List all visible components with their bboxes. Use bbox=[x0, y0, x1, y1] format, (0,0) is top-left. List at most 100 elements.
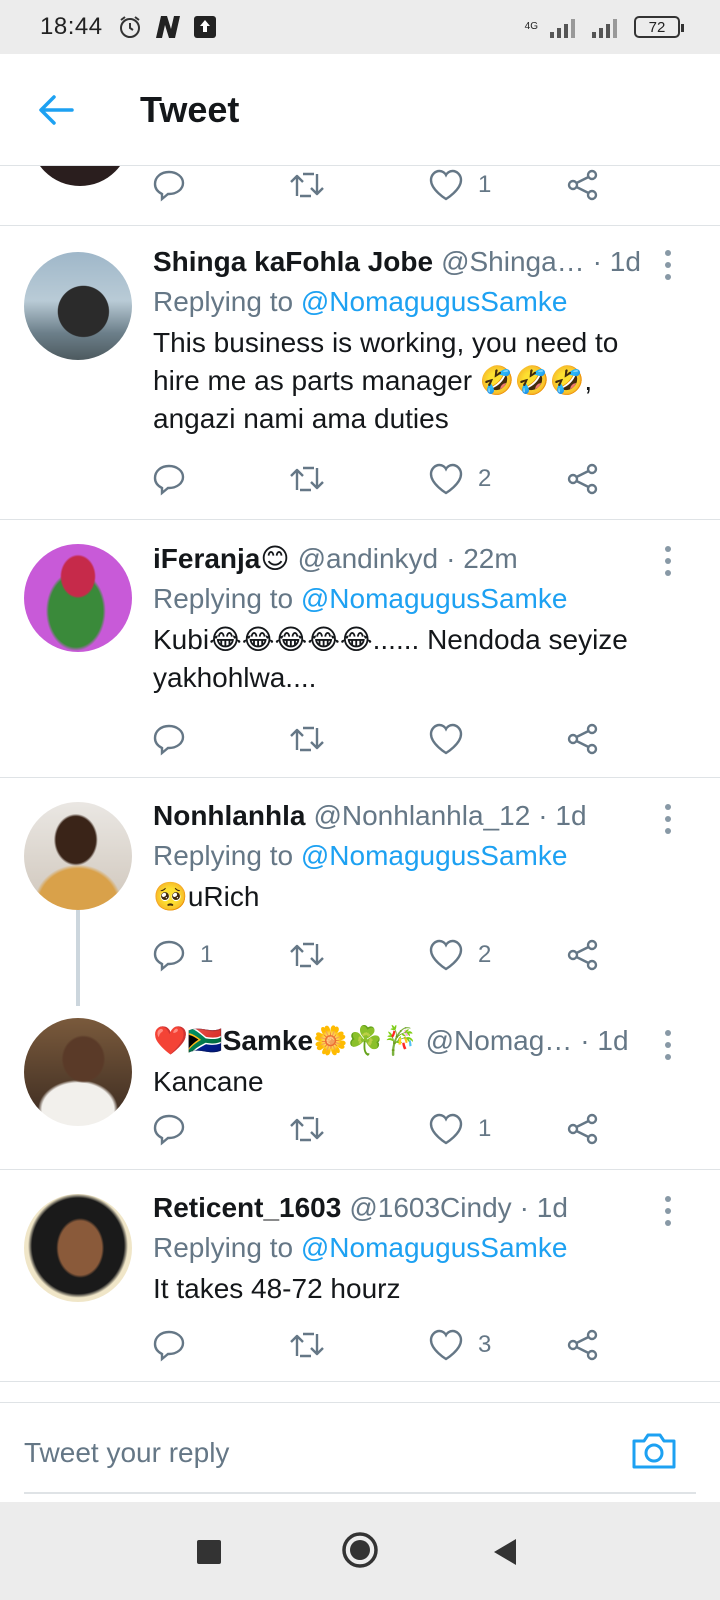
camera-button[interactable] bbox=[630, 1427, 678, 1475]
timestamp: · 1d bbox=[538, 800, 587, 831]
share-button[interactable] bbox=[566, 722, 600, 756]
user-handle[interactable]: @Nonhlanhla_12 bbox=[313, 800, 530, 832]
heart-icon bbox=[429, 169, 463, 201]
display-name[interactable]: Shinga kaFohla Jobe bbox=[153, 246, 433, 278]
user-handle[interactable]: @Shinga… bbox=[441, 246, 585, 278]
page-title: Tweet bbox=[140, 88, 240, 130]
display-name[interactable]: ❤️🇿🇦Samke🌼☘️🎋 bbox=[153, 1024, 418, 1057]
reply-icon bbox=[153, 170, 185, 202]
back-nav-button[interactable] bbox=[490, 1532, 518, 1577]
status-bar: 18:44 4G 72 bbox=[0, 0, 720, 54]
home-circle-icon bbox=[342, 1532, 378, 1568]
reply-button[interactable] bbox=[152, 168, 186, 202]
thread[interactable]: Nonhlanhla @Nonhlanhla_12 · 1d Replying to… bbox=[0, 778, 720, 1170]
network-type: 4G bbox=[524, 21, 538, 32]
system-nav-bar bbox=[0, 1502, 720, 1600]
app-header: Tweet bbox=[0, 54, 720, 166]
share-icon bbox=[567, 723, 598, 755]
like-count: 1 bbox=[478, 171, 492, 198]
user-handle[interactable]: @1603Cindy bbox=[349, 1192, 511, 1224]
user-handle[interactable]: @andinkyd bbox=[298, 543, 439, 575]
heart-icon bbox=[429, 723, 463, 755]
home-button[interactable] bbox=[340, 1530, 380, 1575]
like-button[interactable]: 3 bbox=[428, 1328, 491, 1362]
display-name[interactable]: iFeranja😊 bbox=[153, 542, 290, 575]
mention-link[interactable]: @NomagugusSamke bbox=[301, 286, 568, 317]
tweet[interactable]: Shinga kaFohla Jobe @Shinga… · 1d Replying… bbox=[0, 226, 720, 520]
retweet-button[interactable] bbox=[288, 1112, 326, 1146]
share-button[interactable] bbox=[566, 1112, 600, 1146]
mention-link[interactable]: @NomagugusSamke bbox=[301, 583, 568, 614]
retweet-button[interactable] bbox=[288, 722, 326, 756]
like-button[interactable]: 2 bbox=[428, 938, 491, 972]
heart-icon bbox=[429, 1113, 463, 1145]
retweet-icon bbox=[290, 1116, 324, 1142]
reply-count: 1 bbox=[200, 941, 214, 968]
replying-label: Replying to bbox=[153, 1232, 294, 1263]
reply-button[interactable] bbox=[152, 1328, 186, 1362]
avatar[interactable] bbox=[24, 1018, 132, 1126]
avatar[interactable] bbox=[24, 1194, 132, 1302]
reply-composer: Tweet your reply bbox=[0, 1402, 720, 1502]
like-count: 1 bbox=[478, 1115, 492, 1142]
share-button[interactable] bbox=[566, 938, 600, 972]
partial-tweet: 1 bbox=[0, 166, 720, 226]
replying-label: Replying to bbox=[153, 840, 294, 871]
more-options-button[interactable] bbox=[658, 250, 678, 280]
recents-button[interactable] bbox=[196, 1532, 222, 1577]
reply-button[interactable] bbox=[152, 462, 186, 496]
more-options-button[interactable] bbox=[658, 1030, 678, 1060]
retweet-icon bbox=[290, 726, 324, 752]
tweet[interactable]: Reticent_1603 @1603Cindy · 1d Replying to … bbox=[0, 1170, 720, 1382]
tweet[interactable]: iFeranja😊 @andinkyd · 22m Replying to @Nom… bbox=[0, 520, 720, 778]
retweet-button[interactable] bbox=[288, 1328, 326, 1362]
like-count: 3 bbox=[478, 1331, 492, 1358]
timestamp: · 1d bbox=[519, 1192, 568, 1223]
signal-2-icon bbox=[592, 19, 617, 38]
mention-link[interactable]: @NomagugusSamke bbox=[301, 840, 568, 871]
retweet-icon bbox=[290, 942, 324, 968]
tweet[interactable]: Nonhlanhla @Nonhlanhla_12 · 1d Replying to… bbox=[153, 800, 650, 916]
avatar[interactable] bbox=[24, 802, 132, 910]
retweet-button[interactable] bbox=[288, 462, 326, 496]
share-button[interactable] bbox=[566, 1328, 600, 1362]
more-options-button[interactable] bbox=[658, 546, 678, 576]
share-icon bbox=[567, 939, 598, 971]
retweet-button[interactable] bbox=[288, 168, 326, 202]
display-name[interactable]: Nonhlanhla bbox=[153, 800, 305, 832]
thread-connector bbox=[76, 910, 80, 1006]
tweet-text: Kancane bbox=[153, 1066, 264, 1097]
reply-button[interactable] bbox=[152, 1112, 186, 1146]
mention-link[interactable]: @NomagugusSamke bbox=[301, 1232, 568, 1263]
camera-icon bbox=[632, 1433, 676, 1469]
avatar[interactable] bbox=[24, 544, 132, 652]
share-icon bbox=[567, 1329, 598, 1361]
retweet-icon bbox=[290, 1332, 324, 1358]
tweet[interactable]: ❤️🇿🇦Samke🌼☘️🎋 @Nomag… · 1d Kancane bbox=[153, 1024, 650, 1101]
back-button[interactable] bbox=[26, 80, 86, 140]
like-button[interactable]: 2 bbox=[428, 462, 491, 496]
reply-feed[interactable]: 1 Shinga kaFohla Jobe @Shinga… · 1d Replyi… bbox=[0, 166, 720, 1402]
reply-button[interactable] bbox=[152, 722, 186, 756]
reply-button[interactable]: 1 bbox=[152, 938, 213, 972]
reply-input[interactable]: Tweet your reply bbox=[24, 1437, 229, 1469]
more-options-button[interactable] bbox=[658, 804, 678, 834]
retweet-icon bbox=[290, 172, 324, 198]
user-handle[interactable]: @Nomag… bbox=[426, 1025, 573, 1057]
retweet-button[interactable] bbox=[288, 938, 326, 972]
share-button[interactable] bbox=[566, 462, 600, 496]
netflix-n-icon bbox=[155, 16, 180, 38]
like-button[interactable] bbox=[428, 722, 478, 756]
replying-label: Replying to bbox=[153, 583, 294, 614]
tweet-text: Kubi😂😂😂😂😂...... Nendoda seyize yakhohlwa… bbox=[153, 624, 628, 693]
display-name[interactable]: Reticent_1603 bbox=[153, 1192, 341, 1224]
replying-label: Replying to bbox=[153, 286, 294, 317]
like-button[interactable]: 1 bbox=[428, 168, 491, 202]
share-button[interactable] bbox=[566, 168, 600, 202]
input-underline bbox=[24, 1492, 696, 1494]
avatar[interactable] bbox=[30, 166, 130, 186]
avatar[interactable] bbox=[24, 252, 132, 360]
more-options-button[interactable] bbox=[658, 1196, 678, 1226]
tweet-text: 🥺uRich bbox=[153, 881, 260, 912]
like-button[interactable]: 1 bbox=[428, 1112, 491, 1146]
